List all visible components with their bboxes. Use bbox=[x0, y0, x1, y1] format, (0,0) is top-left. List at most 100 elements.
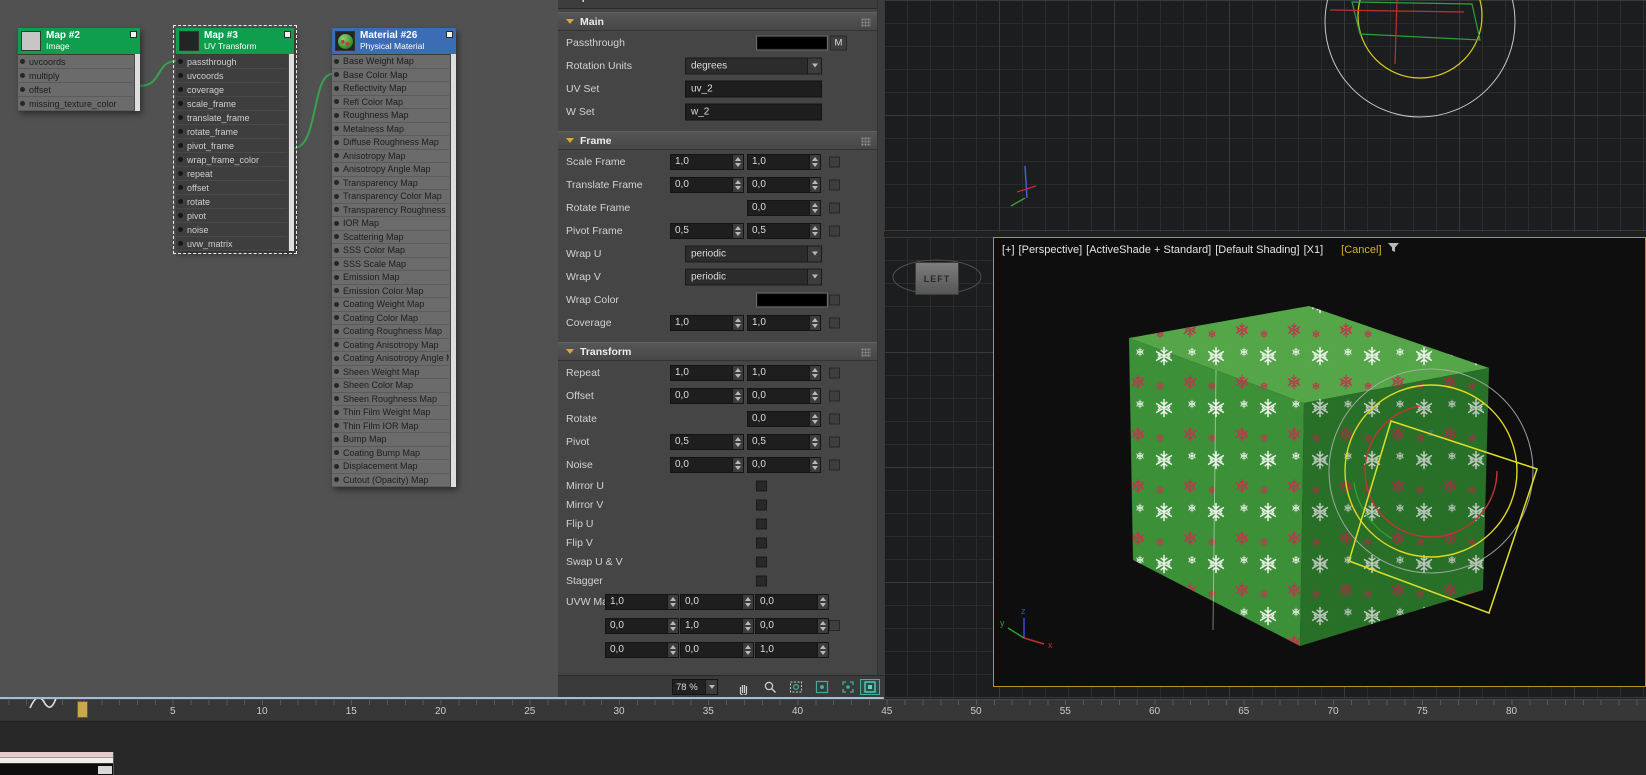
node-slot-uvw-matrix[interactable]: uvw_matrix bbox=[176, 237, 287, 251]
map-slot-button-repeat[interactable] bbox=[829, 367, 840, 378]
node-view[interactable]: Map #2Imageuvcoordsmultiplyoffsetmissing… bbox=[0, 0, 558, 697]
node-slot-displacement-map[interactable]: Displacement Map bbox=[332, 460, 449, 474]
color-swatch-passthrough[interactable] bbox=[757, 36, 827, 49]
node-header[interactable]: Material #26Physical Material bbox=[332, 28, 456, 54]
rollout-main[interactable]: Main bbox=[558, 12, 877, 31]
spin-up-icon[interactable] bbox=[735, 437, 741, 441]
spinner-arrows-icon[interactable] bbox=[732, 389, 743, 403]
node-slot-coating-anisotropy-angle-m[interactable]: Coating Anisotropy Angle M... bbox=[332, 352, 449, 366]
spinner-pivot-1[interactable]: 0,5 bbox=[670, 434, 744, 450]
map-slot-button-pivot[interactable] bbox=[829, 436, 840, 447]
map-slot-button-noise[interactable] bbox=[829, 459, 840, 470]
dropdown-arrow-icon[interactable] bbox=[807, 58, 821, 73]
spinner-uvw-matrix-1[interactable]: 1,0 bbox=[605, 594, 679, 610]
viewport-menu-segment-1[interactable]: [Perspective] bbox=[1019, 244, 1083, 256]
viewport-menu-segment-4[interactable]: [X1] bbox=[1304, 244, 1324, 256]
checkbox-flip-v[interactable] bbox=[756, 537, 767, 548]
spinner-pivot-frame-1[interactable]: 0,5 bbox=[670, 223, 744, 239]
cancel-button[interactable]: [Cancel] bbox=[1341, 244, 1381, 256]
node-slot-noise[interactable]: noise bbox=[176, 223, 287, 237]
zoom-icon[interactable] bbox=[760, 679, 780, 695]
spin-down-icon[interactable] bbox=[812, 466, 818, 470]
spin-up-icon[interactable] bbox=[745, 645, 751, 649]
spinner-arrows-icon[interactable] bbox=[732, 458, 743, 472]
zoom-level-field[interactable]: 78 % bbox=[672, 679, 718, 695]
zoom-extents-icon[interactable] bbox=[812, 679, 832, 695]
spinner-arrows-icon[interactable] bbox=[817, 619, 828, 633]
node-slot-refl-color-map[interactable]: Refl Color Map bbox=[332, 96, 449, 110]
node-header[interactable]: Map #3UV Transform bbox=[176, 28, 294, 54]
input-w-set[interactable]: w_2 bbox=[685, 103, 822, 120]
spinner-coverage-2[interactable]: 1,0 bbox=[747, 315, 821, 331]
spin-down-icon[interactable] bbox=[670, 651, 676, 655]
node-slot-rotate-frame[interactable]: rotate_frame bbox=[176, 125, 287, 139]
spinner-uvw-matrix-8[interactable]: 0,0 bbox=[680, 642, 754, 658]
spin-up-icon[interactable] bbox=[735, 391, 741, 395]
spin-up-icon[interactable] bbox=[745, 597, 751, 601]
spinner-noise-1[interactable]: 0,0 bbox=[670, 457, 744, 473]
checkbox-flip-u[interactable] bbox=[756, 518, 767, 529]
spinner-arrows-icon[interactable] bbox=[742, 595, 753, 609]
spin-down-icon[interactable] bbox=[812, 443, 818, 447]
node-slot-ior-map[interactable]: IOR Map bbox=[332, 217, 449, 231]
spin-up-icon[interactable] bbox=[735, 180, 741, 184]
node-slot-coating-weight-map[interactable]: Coating Weight Map bbox=[332, 298, 449, 312]
viewport-perspective[interactable]: z x y z [+][Perspective][ActiveShade + S… bbox=[993, 237, 1646, 687]
spinner-translate-frame-2[interactable]: 0,0 bbox=[747, 177, 821, 193]
dropdown-arrow-icon[interactable] bbox=[807, 269, 821, 284]
map-slot-button-offset[interactable] bbox=[829, 390, 840, 401]
node-slot-offset[interactable]: offset bbox=[176, 181, 287, 195]
spinner-arrows-icon[interactable] bbox=[667, 619, 678, 633]
spin-down-icon[interactable] bbox=[735, 466, 741, 470]
map-slot-button-rotate[interactable] bbox=[829, 413, 840, 424]
spinner-arrows-icon[interactable] bbox=[732, 366, 743, 380]
spin-up-icon[interactable] bbox=[745, 621, 751, 625]
spin-down-icon[interactable] bbox=[812, 397, 818, 401]
map-slot-button-uvw-matrix[interactable] bbox=[829, 620, 840, 631]
spinner-uvw-matrix-5[interactable]: 1,0 bbox=[680, 618, 754, 634]
spin-down-icon[interactable] bbox=[735, 374, 741, 378]
node-collapse-icon[interactable] bbox=[130, 31, 137, 38]
spinner-arrows-icon[interactable] bbox=[809, 435, 820, 449]
spinner-translate-frame-1[interactable]: 0,0 bbox=[670, 177, 744, 193]
checkbox-swap-u-v[interactable] bbox=[756, 556, 767, 567]
spin-up-icon[interactable] bbox=[735, 226, 741, 230]
node-slot-thin-film-weight-map[interactable]: Thin Film Weight Map bbox=[332, 406, 449, 420]
color-swatch-wrap-color[interactable] bbox=[757, 293, 827, 306]
spinner-scale-frame-1[interactable]: 1,0 bbox=[670, 154, 744, 170]
spin-down-icon[interactable] bbox=[820, 603, 826, 607]
spinner-arrows-icon[interactable] bbox=[732, 224, 743, 238]
spin-down-icon[interactable] bbox=[812, 209, 818, 213]
node-slot-emission-color-map[interactable]: Emission Color Map bbox=[332, 285, 449, 299]
pan-icon[interactable] bbox=[734, 679, 754, 695]
spin-down-icon[interactable] bbox=[812, 232, 818, 236]
dropdown-arrow-icon[interactable] bbox=[807, 246, 821, 261]
spinner-arrows-icon[interactable] bbox=[809, 366, 820, 380]
spin-up-icon[interactable] bbox=[812, 157, 818, 161]
spin-down-icon[interactable] bbox=[812, 186, 818, 190]
map-slot-button-scale-frame[interactable] bbox=[829, 156, 840, 167]
rollout-transform[interactable]: Transform bbox=[558, 342, 877, 361]
spin-down-icon[interactable] bbox=[745, 627, 751, 631]
spin-down-icon[interactable] bbox=[812, 374, 818, 378]
node-slot-base-color-map[interactable]: Base Color Map bbox=[332, 69, 449, 83]
node-slot-emission-map[interactable]: Emission Map bbox=[332, 271, 449, 285]
node-header[interactable]: Map #2Image bbox=[18, 28, 140, 54]
node-slot-repeat[interactable]: repeat bbox=[176, 167, 287, 181]
spin-up-icon[interactable] bbox=[670, 597, 676, 601]
spinner-arrows-icon[interactable] bbox=[809, 201, 820, 215]
map-slot-button-coverage[interactable] bbox=[829, 317, 840, 328]
node-slot-sss-color-map[interactable]: SSS Color Map bbox=[332, 244, 449, 258]
node-slot-translate-frame[interactable]: translate_frame bbox=[176, 111, 287, 125]
spin-down-icon[interactable] bbox=[735, 163, 741, 167]
spinner-uvw-matrix-7[interactable]: 0,0 bbox=[605, 642, 679, 658]
dropdown-rotation-units[interactable]: degrees bbox=[685, 57, 822, 74]
node-slot-sheen-weight-map[interactable]: Sheen Weight Map bbox=[332, 366, 449, 380]
spin-up-icon[interactable] bbox=[812, 226, 818, 230]
spinner-arrows-icon[interactable] bbox=[809, 412, 820, 426]
spinner-arrows-icon[interactable] bbox=[809, 224, 820, 238]
spin-down-icon[interactable] bbox=[735, 324, 741, 328]
spinner-offset-1[interactable]: 0,0 bbox=[670, 388, 744, 404]
node-slot-reflectivity-map[interactable]: Reflectivity Map bbox=[332, 82, 449, 96]
spinner-rotate-1[interactable]: 0,0 bbox=[747, 411, 821, 427]
